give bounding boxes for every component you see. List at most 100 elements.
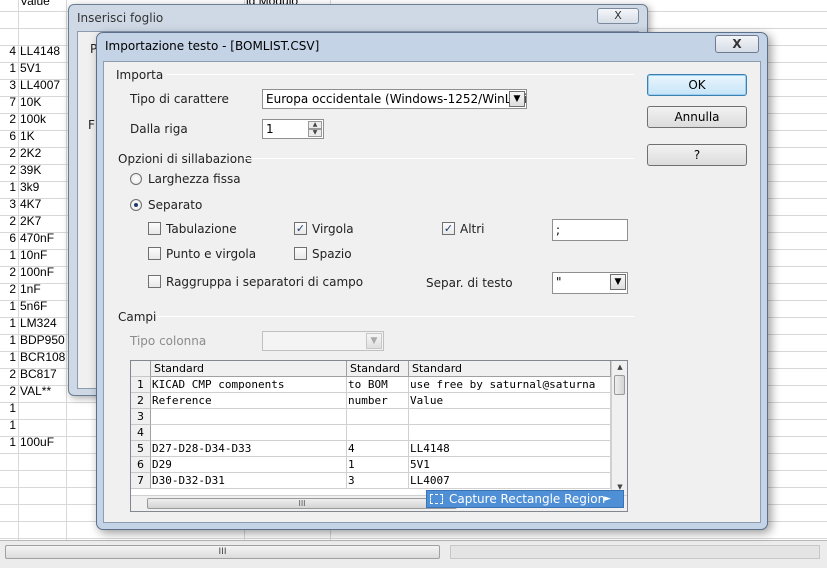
scroll-up-icon[interactable]: ▲ (612, 361, 627, 373)
sheet-value-cell[interactable]: 3k9 (20, 180, 39, 194)
sheet-qty-cell[interactable]: 6 (0, 231, 16, 245)
insert-sheet-close-button[interactable]: X (597, 8, 639, 24)
sheet-value-cell[interactable]: LM324 (20, 316, 57, 330)
help-button[interactable]: ? (647, 144, 747, 166)
sheet-value-cell[interactable]: 4K7 (20, 197, 41, 211)
close-button[interactable]: X (715, 35, 759, 53)
sheet-value-cell[interactable]: 39K (20, 163, 41, 177)
chevron-down-icon[interactable]: ▼ (509, 91, 525, 107)
sheet-qty-cell[interactable]: 7 (0, 95, 16, 109)
sheet-qty-cell[interactable]: 1 (0, 333, 16, 347)
other-label[interactable]: Altri (460, 222, 485, 236)
merge-delimiters-label[interactable]: Raggruppa i separatori di campo (166, 275, 363, 289)
spin-down-icon[interactable]: ▼ (308, 129, 322, 137)
sheet-value-cell[interactable]: 5V1 (20, 61, 41, 75)
preview-cell[interactable]: use free by saturnal@saturna (409, 377, 611, 393)
preview-cell[interactable]: 3 (347, 473, 409, 489)
sheet-value-cell[interactable]: 10nF (20, 248, 47, 262)
preview-cell[interactable]: D29 (151, 457, 347, 473)
space-label[interactable]: Spazio (312, 247, 352, 261)
chevron-down-icon[interactable]: ▼ (610, 274, 626, 290)
sheet-qty-cell[interactable]: 4 (0, 44, 16, 58)
preview-cell[interactable] (151, 409, 347, 425)
sheet-value-cell[interactable]: 10K (20, 95, 41, 109)
ok-button[interactable]: OK (647, 74, 747, 96)
sheet-qty-cell[interactable]: 1 (0, 401, 16, 415)
sheet-qty-cell[interactable]: 1 (0, 180, 16, 194)
sheet-qty-cell[interactable]: 3 (0, 197, 16, 211)
semicolon-label[interactable]: Punto e virgola (166, 247, 256, 261)
sheet-qty-cell[interactable]: 1 (0, 435, 16, 449)
preview-vertical-scrollbar[interactable]: ▲ ▼ (611, 361, 627, 495)
sheet-horizontal-scrollbar[interactable]: III (5, 545, 440, 559)
preview-column-header[interactable]: Standard (409, 361, 611, 377)
sheet-value-cell[interactable]: 100uF (20, 435, 54, 449)
sheet-qty-cell[interactable]: 2 (0, 282, 16, 296)
capture-rectangle-menu-item[interactable]: Capture Rectangle Region ► (426, 490, 624, 508)
preview-cell[interactable]: number (347, 393, 409, 409)
sheet-qty-cell[interactable]: 1 (0, 299, 16, 313)
fixed-width-radio[interactable] (130, 173, 142, 185)
charset-select[interactable]: Europa occidentale (Windows-1252/WinLati… (262, 89, 527, 109)
comma-checkbox[interactable]: ✓ (294, 222, 307, 235)
other-checkbox[interactable]: ✓ (442, 222, 455, 235)
sheet-value-cell[interactable]: 5n6F (20, 299, 47, 313)
preview-cell[interactable]: Value (409, 393, 611, 409)
from-row-spinner[interactable]: 1 ▲ ▼ (262, 119, 324, 139)
preview-cell[interactable]: 4 (347, 441, 409, 457)
preview-cell[interactable] (409, 425, 611, 441)
sheet-qty-cell[interactable]: 1 (0, 248, 16, 262)
comma-label[interactable]: Virgola (312, 222, 354, 236)
spin-up-icon[interactable]: ▲ (308, 121, 322, 129)
sheet-qty-cell[interactable]: 1 (0, 316, 16, 330)
other-separator-input[interactable]: ; (552, 219, 628, 241)
sheet-value-cell[interactable]: 1K (20, 129, 35, 143)
space-checkbox[interactable] (294, 247, 307, 260)
preview-cell[interactable]: Reference (151, 393, 347, 409)
sheet-value-cell[interactable]: 2K7 (20, 214, 41, 228)
preview-cell[interactable] (347, 409, 409, 425)
semicolon-checkbox[interactable] (148, 247, 161, 260)
fixed-width-label[interactable]: Larghezza fissa (148, 172, 241, 186)
sheet-value-cell[interactable]: 470nF (20, 231, 54, 245)
sheet-value-cell[interactable]: 1nF (20, 282, 41, 296)
chevron-down-icon[interactable]: ▼ (366, 333, 382, 349)
sheet-qty-cell[interactable]: 2 (0, 367, 16, 381)
preview-cell[interactable] (409, 409, 611, 425)
sheet-value-cell[interactable]: BDP950 (20, 333, 65, 347)
sheet-value-cell[interactable]: BC817 (20, 367, 57, 381)
scroll-thumb[interactable]: III (147, 498, 457, 509)
preview-cell[interactable]: D27-D28-D34-D33 (151, 441, 347, 457)
spin-buttons[interactable]: ▲ ▼ (308, 121, 322, 137)
separated-radio[interactable] (130, 199, 142, 211)
sheet-qty-cell[interactable]: 2 (0, 112, 16, 126)
scroll-thumb[interactable] (614, 375, 625, 395)
preview-cell[interactable]: LL4148 (409, 441, 611, 457)
preview-cell[interactable]: KICAD CMP components (151, 377, 347, 393)
sheet-qty-cell[interactable]: 2 (0, 214, 16, 228)
sheet-qty-cell[interactable]: 2 (0, 146, 16, 160)
sheet-value-cell[interactable]: LL4007 (20, 78, 60, 92)
tab-label[interactable]: Tabulazione (166, 222, 237, 236)
sheet-value-cell[interactable]: VAL** (20, 384, 51, 398)
preview-column-header[interactable]: Standard (347, 361, 409, 377)
preview-cell[interactable]: LL4007 (409, 473, 611, 489)
preview-cell[interactable]: D30-D32-D31 (151, 473, 347, 489)
sheet-value-cell[interactable]: BCR108 (20, 350, 65, 364)
sheet-value-cell[interactable]: 100nF (20, 265, 54, 279)
sheet-qty-cell[interactable]: 2 (0, 265, 16, 279)
cancel-button[interactable]: Annulla (647, 106, 747, 128)
preview-cell[interactable]: 5V1 (409, 457, 611, 473)
column-type-select[interactable]: ▼ (262, 331, 384, 351)
preview-cell[interactable]: to BOM (347, 377, 409, 393)
preview-cell[interactable] (347, 425, 409, 441)
sheet-qty-cell[interactable]: 6 (0, 129, 16, 143)
sheet-qty-cell[interactable]: 1 (0, 418, 16, 432)
preview-cell[interactable] (151, 425, 347, 441)
sheet-value-cell[interactable]: 100k (20, 112, 46, 126)
preview-cell[interactable]: 1 (347, 457, 409, 473)
sheet-qty-cell[interactable]: 1 (0, 350, 16, 364)
tab-checkbox[interactable] (148, 222, 161, 235)
merge-delimiters-checkbox[interactable] (148, 275, 161, 288)
text-delimiter-select[interactable]: " ▼ (552, 272, 628, 294)
